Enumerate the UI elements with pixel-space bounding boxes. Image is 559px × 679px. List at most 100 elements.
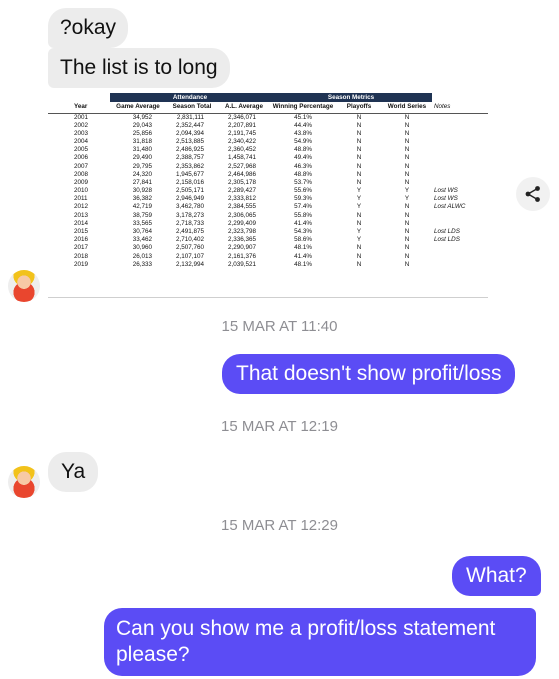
table-cell <box>432 138 488 146</box>
table-cell: 2,299,409 <box>227 219 256 227</box>
table-cell: 2,491,875 <box>175 228 204 236</box>
table-cell: 2010 <box>74 187 89 195</box>
share-button[interactable] <box>516 177 550 211</box>
table-cell: N <box>356 146 362 154</box>
table-cell: 58.6% <box>294 236 312 244</box>
table-cell: N <box>404 228 410 236</box>
table-row: 2013 38,759 3,178,273 2,306,065 55.8% N N <box>48 212 488 220</box>
table-cell: 2015 <box>74 228 89 236</box>
column-header: Game Average <box>110 102 166 114</box>
table-cell: Y <box>356 195 362 203</box>
table-cell: N <box>356 219 362 227</box>
table-cell: 29,490 <box>132 154 152 162</box>
attendance-table: Attendance Season Metrics Year Game Avera… <box>48 93 488 269</box>
table-cell: 29,043 <box>132 121 152 129</box>
table-cell <box>432 261 488 269</box>
table-cell: 2016 <box>74 236 89 244</box>
message-bubble-outgoing[interactable]: What? <box>452 556 541 596</box>
column-header: Notes <box>432 102 488 114</box>
table-cell: N <box>356 170 362 178</box>
message-bubble-outgoing[interactable]: That doesn't show profit/loss <box>222 354 516 394</box>
table-cell: N <box>356 129 362 137</box>
table-cell: 36,382 <box>132 195 152 203</box>
table-cell: 41.4% <box>294 252 312 260</box>
table-cell: 2,384,555 <box>227 203 256 211</box>
attendance-table-image[interactable]: Attendance Season Metrics Year Game Avera… <box>48 93 488 298</box>
share-icon <box>525 186 540 202</box>
table-cell <box>432 113 488 122</box>
table-cell: N <box>404 244 410 252</box>
table-cell: Y <box>356 203 362 211</box>
table-cell: N <box>404 154 410 162</box>
table-cell: 2,290,907 <box>227 244 256 252</box>
message-bubble-incoming[interactable]: ?okay <box>48 8 129 48</box>
table-cell: 30,928 <box>132 187 152 195</box>
table-row: 2015 30,764 2,491,875 2,323,798 54.3% Y N Lost … <box>48 228 488 236</box>
table-cell: 2,340,422 <box>227 137 256 145</box>
table-row: 2006 29,490 2,388,757 1,458,741 49.4% N N <box>48 154 488 162</box>
table-row: 2008 24,320 1,945,677 2,464,986 48.8% N N <box>48 171 488 179</box>
table-cell: 49.4% <box>294 154 312 162</box>
table-cell: 38,759 <box>132 211 152 219</box>
table-cell: 53.7% <box>294 178 312 186</box>
message-bubble-incoming[interactable]: The list is to long <box>48 48 230 88</box>
table-cell: Y <box>356 187 362 195</box>
column-header: Playoffs <box>336 102 382 114</box>
avatar[interactable] <box>8 270 40 302</box>
table-cell: N <box>404 203 410 211</box>
table-row: 2001 34,952 2,831,111 2,346,071 45.1% N N <box>48 113 488 122</box>
group-header-attendance: Attendance <box>110 93 270 102</box>
table-cell: 2012 <box>74 203 89 211</box>
table-cell: N <box>404 178 410 186</box>
table-cell: 1,945,677 <box>175 170 204 178</box>
table-cell: 2001 <box>74 113 89 121</box>
table-cell: Y <box>356 228 362 236</box>
table-cell: 48.8% <box>294 146 312 154</box>
table-cell: 2,323,798 <box>227 228 256 236</box>
table-row: 2014 33,565 2,718,733 2,299,409 41.4% N N <box>48 220 488 228</box>
table-cell: N <box>356 178 362 186</box>
message-bubble-incoming[interactable]: Ya <box>48 452 99 492</box>
table-row: 2002 29,043 2,352,447 2,207,891 44.4% N N <box>48 122 488 130</box>
table-cell: 48.1% <box>294 260 312 268</box>
table-row: 2004 31,818 2,513,885 2,340,422 54.9% N N <box>48 138 488 146</box>
table-row: 2019 26,333 2,132,994 2,039,521 48.1% N N <box>48 261 488 269</box>
table-cell: 2008 <box>74 170 89 178</box>
avatar[interactable] <box>8 466 40 498</box>
table-cell: 55.8% <box>294 211 312 219</box>
table-cell: 29,795 <box>132 162 152 170</box>
table-cell: 59.3% <box>294 195 312 203</box>
table-cell: 33,462 <box>132 236 152 244</box>
column-header: Winning Percentage <box>270 102 336 114</box>
table-row: 2003 25,856 2,094,394 2,191,745 43.8% N N <box>48 130 488 138</box>
timestamp: 15 MAR AT 12:29 <box>220 517 338 534</box>
table-cell: N <box>356 154 362 162</box>
table-cell: Y <box>404 195 410 203</box>
table-cell: 2014 <box>74 219 89 227</box>
table-cell: 2,507,760 <box>175 244 204 252</box>
table-cell: 2,388,757 <box>175 154 204 162</box>
table-cell <box>432 154 488 162</box>
table-cell: N <box>404 211 410 219</box>
table-cell: 2005 <box>74 146 89 154</box>
table-cell: N <box>356 252 362 260</box>
table-cell: 44.4% <box>294 121 312 129</box>
column-header: World Series <box>382 102 432 114</box>
table-cell: 54.3% <box>294 228 312 236</box>
table-cell: 2,505,171 <box>175 187 204 195</box>
table-cell <box>432 162 488 170</box>
table-cell <box>432 212 488 220</box>
table-cell: 2,094,394 <box>175 129 204 137</box>
column-header: Year <box>48 102 110 114</box>
table-cell: 2,527,968 <box>227 162 256 170</box>
message-bubble-outgoing[interactable]: Can you show me a profit/loss statement … <box>104 608 536 676</box>
table-cell: N <box>404 146 410 154</box>
table-cell: 1,458,741 <box>227 154 256 162</box>
table-cell: N <box>356 260 362 268</box>
table-cell: 2,513,885 <box>175 137 204 145</box>
table-cell: 30,764 <box>132 228 152 236</box>
table-cell: 2,305,178 <box>227 178 256 186</box>
table-cell <box>432 220 488 228</box>
table-cell <box>432 122 488 130</box>
table-cell: 2,353,862 <box>175 162 204 170</box>
